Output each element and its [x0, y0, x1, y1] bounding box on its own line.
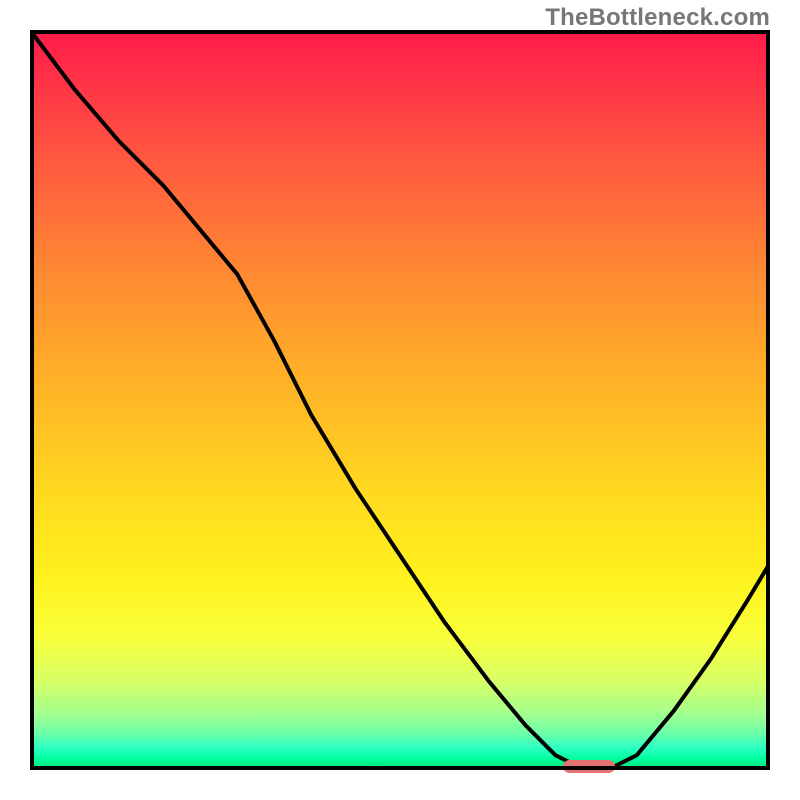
- bottleneck-curve: [30, 30, 770, 770]
- plot-area: [30, 30, 770, 770]
- watermark-text: TheBottleneck.com: [545, 4, 770, 32]
- curve-svg: [30, 30, 770, 770]
- chart-frame: TheBottleneck.com: [0, 0, 800, 800]
- optimal-range-marker: [563, 760, 615, 773]
